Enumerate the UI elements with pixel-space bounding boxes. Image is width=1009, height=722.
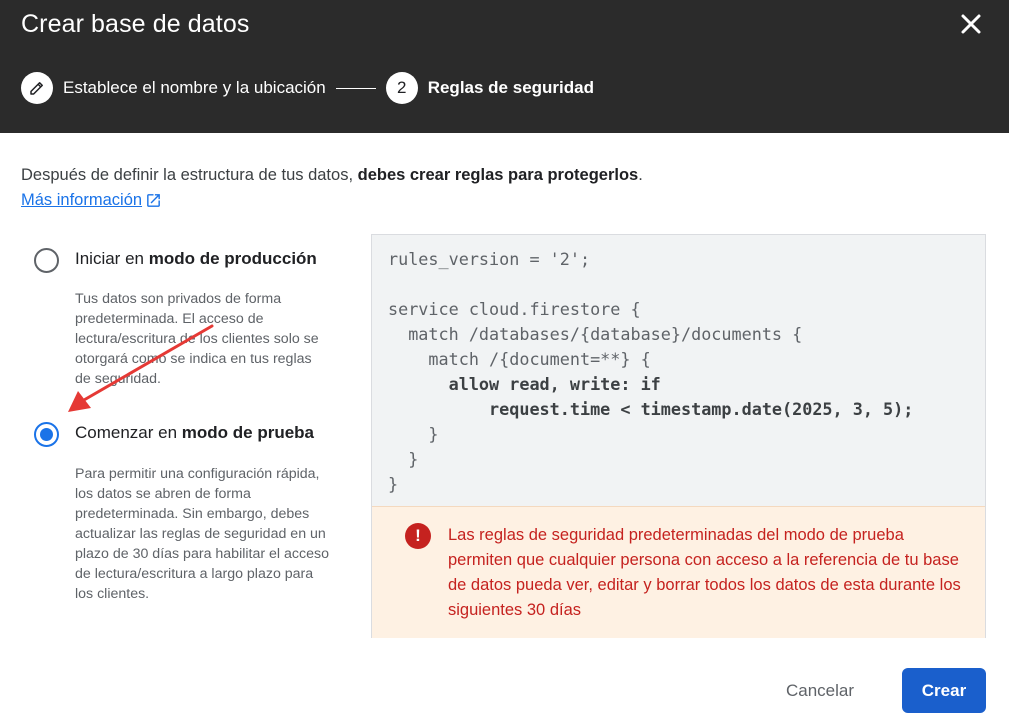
dialog-header: Crear base de datos Establece el nombre …: [0, 0, 1009, 133]
close-icon: [961, 14, 981, 34]
option-production-description: Tus datos son privados de forma predeter…: [75, 291, 319, 387]
step-2-label: Reglas de seguridad: [427, 78, 594, 97]
code-line: match /{document=**} {: [388, 349, 651, 369]
intro-text-end: .: [638, 166, 643, 184]
pencil-icon: [30, 82, 43, 95]
security-rules-code: rules_version = '2'; service cloud.fires…: [388, 247, 913, 497]
code-line: allow read, write: if: [388, 374, 661, 394]
code-line: }: [388, 474, 399, 494]
step-1-indicator[interactable]: [21, 72, 53, 104]
intro-text-bold: debes crear reglas para protegerlos: [357, 166, 639, 184]
code-line: }: [388, 424, 439, 444]
test-mode-warning: ! Las reglas de seguridad predeterminada…: [372, 506, 985, 638]
create-button[interactable]: Crear: [902, 668, 986, 713]
radio-production-mode[interactable]: [34, 248, 59, 273]
intro-text: Después de definir la estructura de tus …: [21, 166, 643, 185]
dialog-title: Crear base de datos: [21, 10, 250, 38]
step-connector: [335, 87, 376, 89]
close-button[interactable]: [955, 8, 987, 40]
option-production-mode[interactable]: Iniciar en modo de producción Tus datos …: [34, 248, 334, 398]
option-production-title-bold: modo de producción: [148, 249, 317, 268]
code-line: match /databases/{database}/documents {: [388, 324, 803, 344]
step-1-label[interactable]: Establece el nombre y la ubicación: [63, 78, 326, 98]
warning-text: Las reglas de seguridad predeterminadas …: [448, 526, 961, 619]
radio-test-mode[interactable]: [34, 422, 59, 447]
option-test-title[interactable]: Comenzar en modo de prueba: [75, 423, 314, 443]
option-production-title-plain: Iniciar en: [75, 249, 149, 268]
stepper: Establece el nombre y la ubicación 2 Reg…: [21, 72, 594, 104]
security-rules-panel: rules_version = '2'; service cloud.fires…: [371, 234, 986, 638]
intro-text-plain: Después de definir la estructura de tus …: [21, 166, 358, 184]
option-test-mode[interactable]: Comenzar en modo de prueba Para permitir…: [34, 422, 334, 612]
code-line: }: [388, 449, 419, 469]
code-line: request.time < timestamp.date(2025, 3, 5…: [388, 399, 914, 419]
error-icon: !: [405, 523, 431, 549]
step-2-indicator: 2: [385, 72, 418, 104]
code-line: service cloud.firestore {: [388, 299, 641, 319]
cancel-button[interactable]: Cancelar: [768, 668, 872, 713]
learn-more-link[interactable]: Más información: [21, 191, 162, 210]
option-test-description: Para permitir una configuración rápida, …: [75, 466, 329, 602]
option-production-title[interactable]: Iniciar en modo de producción: [75, 249, 317, 269]
option-test-title-plain: Comenzar en: [75, 423, 182, 442]
code-line: rules_version = '2';: [388, 249, 591, 269]
learn-more-label: Más información: [21, 191, 143, 209]
open-in-new-icon: [147, 194, 160, 207]
option-test-title-bold: modo de prueba: [181, 423, 315, 442]
